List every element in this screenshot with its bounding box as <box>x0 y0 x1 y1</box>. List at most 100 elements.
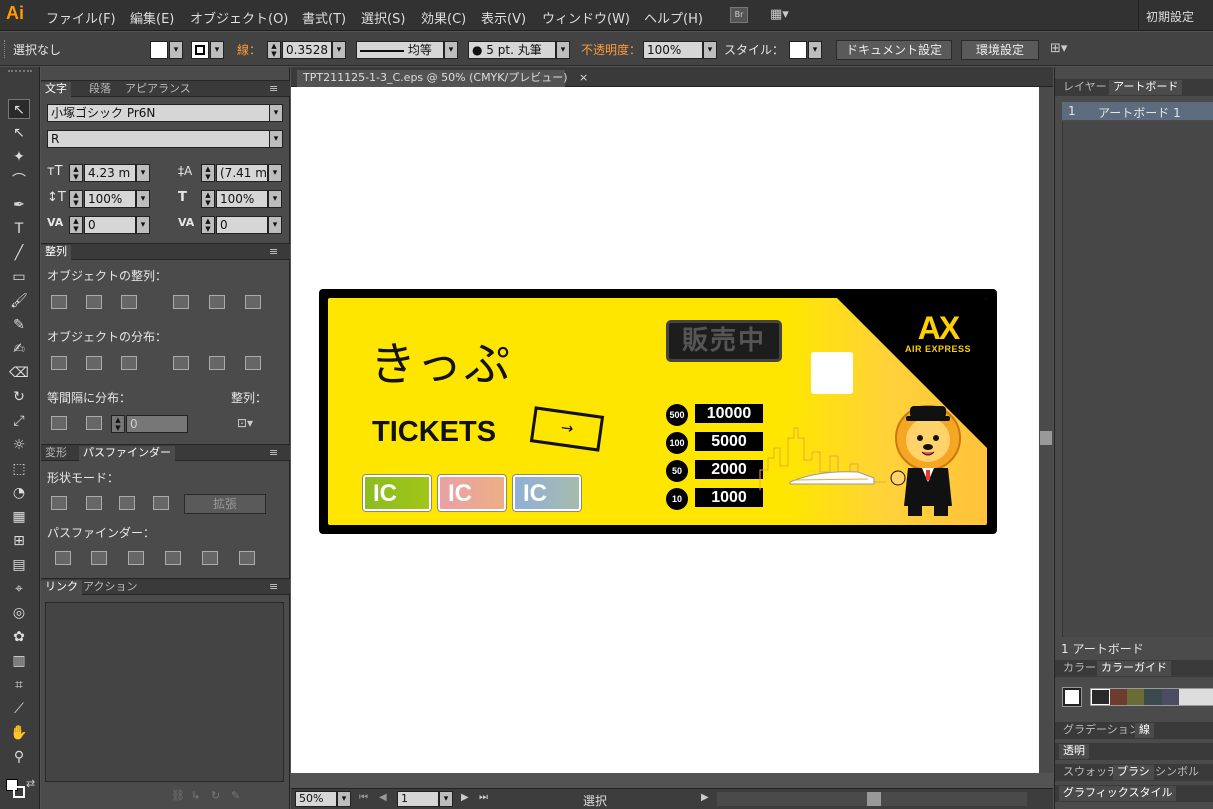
direct-selection-tool-icon[interactable]: ↖ <box>8 123 30 143</box>
horizontal-scale-dropdown[interactable]: ▾ <box>268 190 282 208</box>
tab-gradient[interactable]: グラデーション <box>1059 723 1144 738</box>
rectangle-tool-icon[interactable]: ▭ <box>8 267 30 287</box>
outline-icon[interactable] <box>202 551 218 565</box>
spacing-stepper[interactable]: ▲ ▼ <box>111 415 125 433</box>
close-icon[interactable]: × <box>579 71 588 84</box>
distribute-left-icon[interactable] <box>173 356 189 370</box>
prev-artboard-icon[interactable]: ◀ <box>379 792 387 803</box>
guide-swatch[interactable] <box>1178 689 1213 705</box>
last-artboard-icon[interactable]: ⏭ <box>479 792 488 803</box>
scale-tool-icon[interactable]: ⤢ <box>8 411 30 431</box>
artboard-list[interactable] <box>1062 122 1213 637</box>
selection-tool-icon[interactable]: ↖ <box>8 99 30 119</box>
minus-back-icon[interactable] <box>239 551 255 565</box>
horizontal-scale-input[interactable]: 100% <box>216 190 268 208</box>
style-swatch[interactable] <box>789 41 807 59</box>
stroke-label[interactable]: 線： <box>237 41 261 58</box>
arrange-documents-icon[interactable]: ▦▾ <box>770 7 798 23</box>
swap-colors-icon[interactable]: ⇄ <box>26 777 35 790</box>
color-guide-strip[interactable] <box>1090 688 1213 706</box>
stroke-weight-input[interactable]: 0.3528 <box>282 41 332 59</box>
stroke-weight-dropdown[interactable]: ▾ <box>332 41 346 59</box>
symbol-sprayer-tool-icon[interactable]: ✿ <box>8 627 30 647</box>
tab-symbols[interactable]: シンボル <box>1151 765 1203 780</box>
merge-icon[interactable] <box>128 551 144 565</box>
stroke-stepper[interactable]: ▲ ▼ <box>267 41 281 59</box>
hand-tool-icon[interactable]: ✋ <box>8 723 30 743</box>
tab-align[interactable]: 整列 <box>41 245 71 260</box>
align-center-h-icon[interactable] <box>86 295 102 309</box>
grip-handle[interactable] <box>4 40 7 58</box>
stroke-profile-dropdown[interactable]: ▾ <box>444 41 458 59</box>
perspective-grid-tool-icon[interactable]: ▦ <box>8 507 30 527</box>
tab-color-guide[interactable]: カラーガイド <box>1097 661 1171 676</box>
fill-swatch[interactable] <box>150 41 168 59</box>
artboard-tool-icon[interactable]: ⌗ <box>8 675 30 695</box>
leading-stepper[interactable]: ▲ ▼ <box>201 164 215 182</box>
leading-dropdown[interactable]: ▾ <box>268 164 282 182</box>
shape-builder-tool-icon[interactable]: ◔ <box>8 483 30 503</box>
distribute-center-h-icon[interactable] <box>209 356 225 370</box>
kerning-input[interactable]: 0 <box>84 216 136 234</box>
tracking-dropdown[interactable]: ▾ <box>268 216 282 234</box>
document-settings-button[interactable]: ドキュメント設定 <box>836 40 952 60</box>
stroke-swatch[interactable] <box>191 41 209 59</box>
menu-window[interactable]: ウィンドウ(W) <box>542 8 630 27</box>
document-tab[interactable]: TPT211125-1-3_C.eps @ 50% (CMYK/プレビュー) × <box>297 70 588 87</box>
opacity-input[interactable]: 100% <box>643 41 703 59</box>
align-center-v-icon[interactable] <box>209 295 225 309</box>
type-tool-icon[interactable]: T <box>8 219 30 239</box>
bridge-button[interactable]: Br <box>730 7 748 23</box>
style-dropdown[interactable]: ▾ <box>808 41 822 59</box>
zoom-input[interactable]: 50% <box>295 791 337 807</box>
exclude-icon[interactable] <box>153 496 169 510</box>
guide-swatch[interactable] <box>1144 689 1162 705</box>
trim-icon[interactable] <box>91 551 107 565</box>
vertical-scrollbar[interactable] <box>1039 87 1053 773</box>
blend-tool-icon[interactable]: ◎ <box>8 603 30 623</box>
vertical-scroll-thumb[interactable] <box>1040 431 1052 445</box>
pen-tool-icon[interactable]: ✒ <box>8 195 30 215</box>
menu-file[interactable]: ファイル(F) <box>46 8 116 27</box>
font-family-dropdown[interactable]: ▾ <box>269 104 283 122</box>
kerning-dropdown[interactable]: ▾ <box>136 216 150 234</box>
menu-effect[interactable]: 効果(C) <box>421 8 466 27</box>
stroke-color-icon[interactable] <box>13 786 25 798</box>
panel-menu-icon[interactable]: ≡ <box>269 245 278 258</box>
tab-appearance[interactable]: アピアランス <box>121 82 195 97</box>
tab-character[interactable]: 文字 <box>41 82 71 97</box>
leading-input[interactable]: (7.41 m <box>216 164 268 182</box>
tab-artboards[interactable]: アートボード <box>1109 80 1183 95</box>
line-tool-icon[interactable]: ╱ <box>8 243 30 263</box>
guide-swatch[interactable] <box>1110 689 1128 705</box>
tab-brushes[interactable]: ブラシ <box>1113 765 1154 780</box>
font-size-stepper[interactable]: ▲ ▼ <box>69 164 83 182</box>
unite-icon[interactable] <box>51 496 67 510</box>
tools-grip[interactable] <box>8 70 32 72</box>
tab-color[interactable]: カラー <box>1059 661 1100 676</box>
crop-icon[interactable] <box>165 551 181 565</box>
minus-front-icon[interactable] <box>86 496 102 510</box>
distribute-bottom-icon[interactable] <box>121 356 137 370</box>
horizontal-scroll-thumb[interactable] <box>867 792 881 806</box>
brush-dropdown[interactable]: ▾ <box>556 41 570 59</box>
kerning-stepper[interactable]: ▲ ▼ <box>69 216 83 234</box>
horizontal-scale-stepper[interactable]: ▲ ▼ <box>201 190 215 208</box>
zoom-dropdown[interactable]: ▾ <box>337 791 351 807</box>
panel-menu-icon[interactable]: ≡ <box>269 82 278 95</box>
workspace-switcher[interactable]: 初期設定 <box>1146 8 1194 25</box>
align-left-icon[interactable] <box>51 295 67 309</box>
distribute-right-icon[interactable] <box>245 356 261 370</box>
links-list[interactable] <box>45 602 284 782</box>
relink-icon[interactable]: ⛓ <box>171 789 185 802</box>
pencil-tool-icon[interactable]: ✎ <box>8 315 30 335</box>
artboard-number-input[interactable]: 1 <box>397 791 439 807</box>
vertical-scale-stepper[interactable]: ▲ ▼ <box>69 190 83 208</box>
lasso-tool-icon[interactable]: ⌒ <box>8 171 30 191</box>
font-style-dropdown[interactable]: ▾ <box>269 130 283 148</box>
tab-graphic-styles[interactable]: グラフィックスタイル <box>1059 786 1177 801</box>
menu-view[interactable]: 表示(V) <box>481 8 526 27</box>
panel-menu-icon[interactable]: ⊞▾ <box>1050 41 1080 59</box>
tab-stroke[interactable]: 線 <box>1135 723 1154 738</box>
update-link-icon[interactable]: ↻ <box>211 789 220 802</box>
